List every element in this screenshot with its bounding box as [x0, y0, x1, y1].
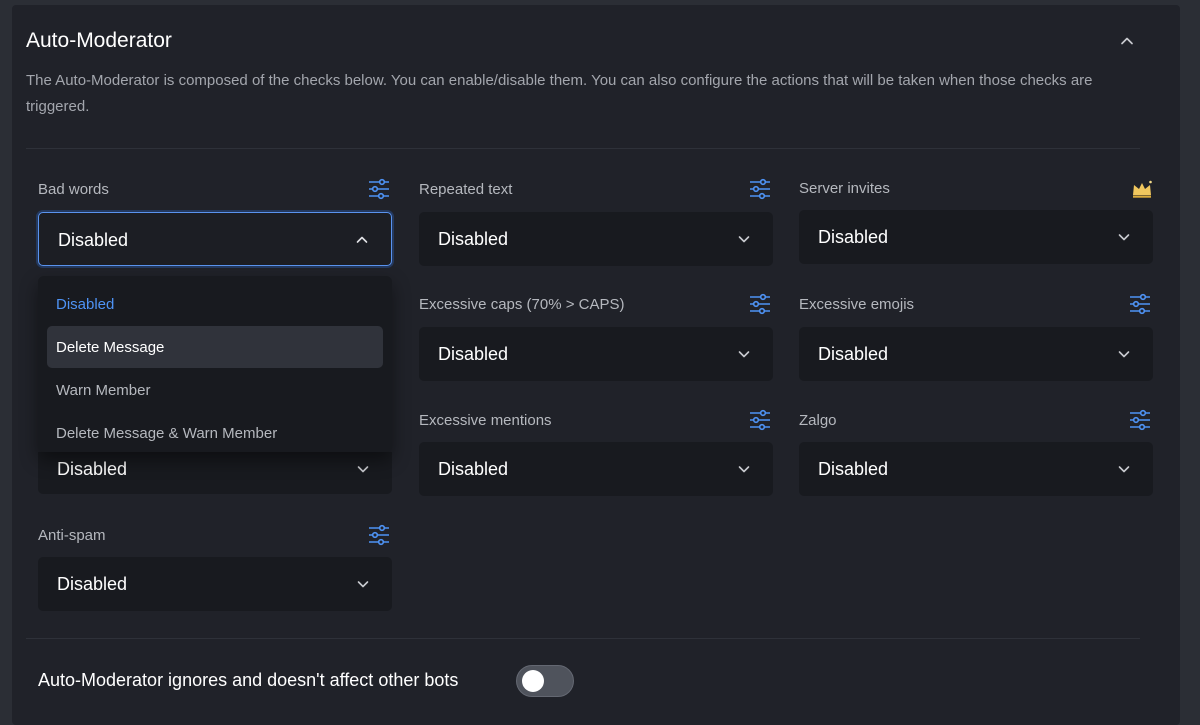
chevron-up-icon: [356, 236, 368, 243]
ignore-bots-label: Auto-Moderator ignores and doesn't affec…: [38, 670, 459, 690]
chevron-down-icon: [357, 466, 369, 473]
crown-icon: [1130, 177, 1154, 201]
toggle-knob: [522, 670, 544, 692]
excessive-caps-select-value: Disabled: [438, 344, 509, 364]
bad-words-dropdown-menu: Disabled Delete Message Warn Member Dele…: [38, 276, 392, 452]
menu-option-delete-and-warn[interactable]: Delete Message & Warn Member: [47, 412, 383, 454]
menu-option-disabled[interactable]: Disabled: [47, 283, 383, 325]
menu-option-delete-message[interactable]: Delete Message: [47, 326, 383, 368]
anti-spam-label: Anti-spam: [38, 527, 106, 544]
zalgo-settings-icon[interactable]: [1128, 408, 1152, 432]
anti-spam-select-value: Disabled: [57, 574, 128, 594]
repeated-text-select-value: Disabled: [438, 229, 509, 249]
excessive-caps-settings-icon[interactable]: [748, 292, 772, 316]
excessive-emojis-label: Excessive emojis: [799, 296, 915, 313]
server-invites-label: Server invites: [799, 180, 890, 197]
excessive-caps-label: Excessive caps (70% > CAPS): [419, 296, 625, 313]
chevron-down-icon: [738, 466, 750, 473]
server-invites-select-value: Disabled: [818, 227, 889, 247]
menu-option-warn-member[interactable]: Warn Member: [47, 369, 383, 411]
divider-bottom: [26, 638, 1140, 639]
sliders-icon: [750, 178, 770, 200]
sliders-icon: [1130, 293, 1150, 315]
server-invites-select[interactable]: Disabled: [799, 210, 1153, 264]
chevron-down-icon: [1118, 234, 1130, 241]
bad-words-select-value: Disabled: [58, 230, 129, 250]
bad-words-label: Bad words: [38, 181, 109, 198]
excessive-caps-select[interactable]: Disabled: [419, 327, 773, 381]
external-links-select-value: Disabled: [57, 459, 128, 479]
divider-top: [26, 148, 1140, 149]
excessive-mentions-settings-icon[interactable]: [748, 408, 772, 432]
excessive-emojis-settings-icon[interactable]: [1128, 292, 1152, 316]
external-links-select[interactable]: Disabled: [38, 452, 392, 494]
anti-spam-select[interactable]: Disabled: [38, 557, 392, 611]
chevron-down-icon: [738, 351, 750, 358]
repeated-text-select[interactable]: Disabled: [419, 212, 773, 266]
bad-words-settings-icon[interactable]: [367, 177, 391, 201]
excessive-emojis-select-value: Disabled: [818, 344, 889, 364]
chevron-down-icon: [357, 581, 369, 588]
sliders-icon: [369, 524, 389, 546]
chevron-down-icon: [1118, 351, 1130, 358]
repeated-text-label: Repeated text: [419, 181, 513, 198]
ignore-bots-toggle[interactable]: [516, 665, 574, 697]
repeated-text-settings-icon[interactable]: [748, 177, 772, 201]
section-description: The Auto-Moderator is composed of the ch…: [26, 72, 1093, 115]
sliders-icon: [369, 178, 389, 200]
zalgo-select[interactable]: Disabled: [799, 442, 1153, 496]
bad-words-select[interactable]: Disabled: [38, 212, 392, 266]
sliders-icon: [1130, 409, 1150, 431]
section-title: Auto-Moderator: [26, 29, 172, 52]
zalgo-select-value: Disabled: [818, 459, 889, 479]
sliders-icon: [750, 409, 770, 431]
excessive-mentions-select-value: Disabled: [438, 459, 509, 479]
chevron-down-icon: [738, 236, 750, 243]
sliders-icon: [750, 293, 770, 315]
excessive-mentions-label: Excessive mentions: [419, 412, 552, 429]
zalgo-label: Zalgo: [799, 412, 837, 429]
chevron-down-icon: [1118, 466, 1130, 473]
anti-spam-settings-icon[interactable]: [367, 523, 391, 547]
excessive-emojis-select[interactable]: Disabled: [799, 327, 1153, 381]
collapse-button[interactable]: [1116, 30, 1138, 52]
chevron-up-icon: [1121, 37, 1133, 45]
excessive-mentions-select[interactable]: Disabled: [419, 442, 773, 496]
